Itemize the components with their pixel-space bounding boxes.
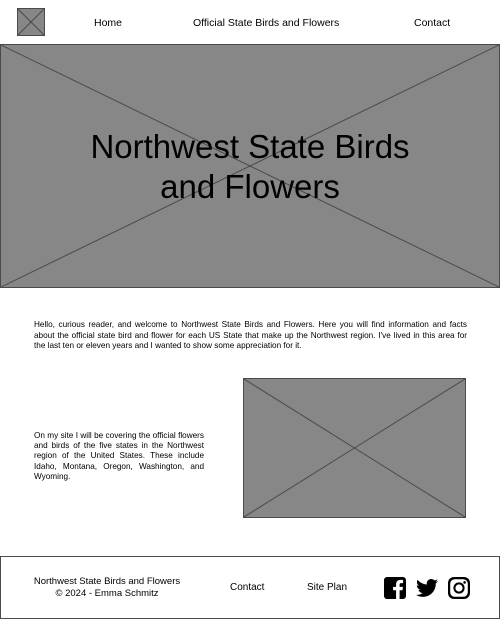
site-header: Home Official State Birds and Flowers Co… [0,0,500,45]
footer-copyright: © 2024 - Emma Schmitz [55,588,159,599]
nav-contact-link[interactable]: Contact [414,17,450,30]
footer-brand: Northwest State Birds and Flowers © 2024… [21,576,193,600]
instagram-icon[interactable] [447,576,471,600]
hero-title: Northwest State Birds and Flowers [0,127,500,207]
footer-site-plan-link[interactable]: Site Plan [307,582,347,594]
twitter-icon[interactable] [415,576,439,600]
logo-image[interactable] [17,8,45,36]
hero-title-line1: Northwest State Birds [90,128,410,165]
site-footer: Northwest State Birds and Flowers © 2024… [0,556,500,619]
intro-paragraph: Hello, curious reader, and welcome to No… [34,320,467,350]
facebook-icon[interactable] [383,576,407,600]
nav-home-link[interactable]: Home [94,17,122,30]
footer-contact-link[interactable]: Contact [230,582,264,594]
footer-site-name: Northwest State Birds and Flowers [33,576,181,587]
side-image [243,378,466,518]
image-placeholder-icon [18,9,44,35]
image-placeholder-icon [244,379,465,517]
hero-title-line2: and Flowers [160,168,340,205]
covering-paragraph: On my site I will be covering the offici… [34,431,204,481]
nav-birds-flowers-link[interactable]: Official State Birds and Flowers [193,17,339,30]
